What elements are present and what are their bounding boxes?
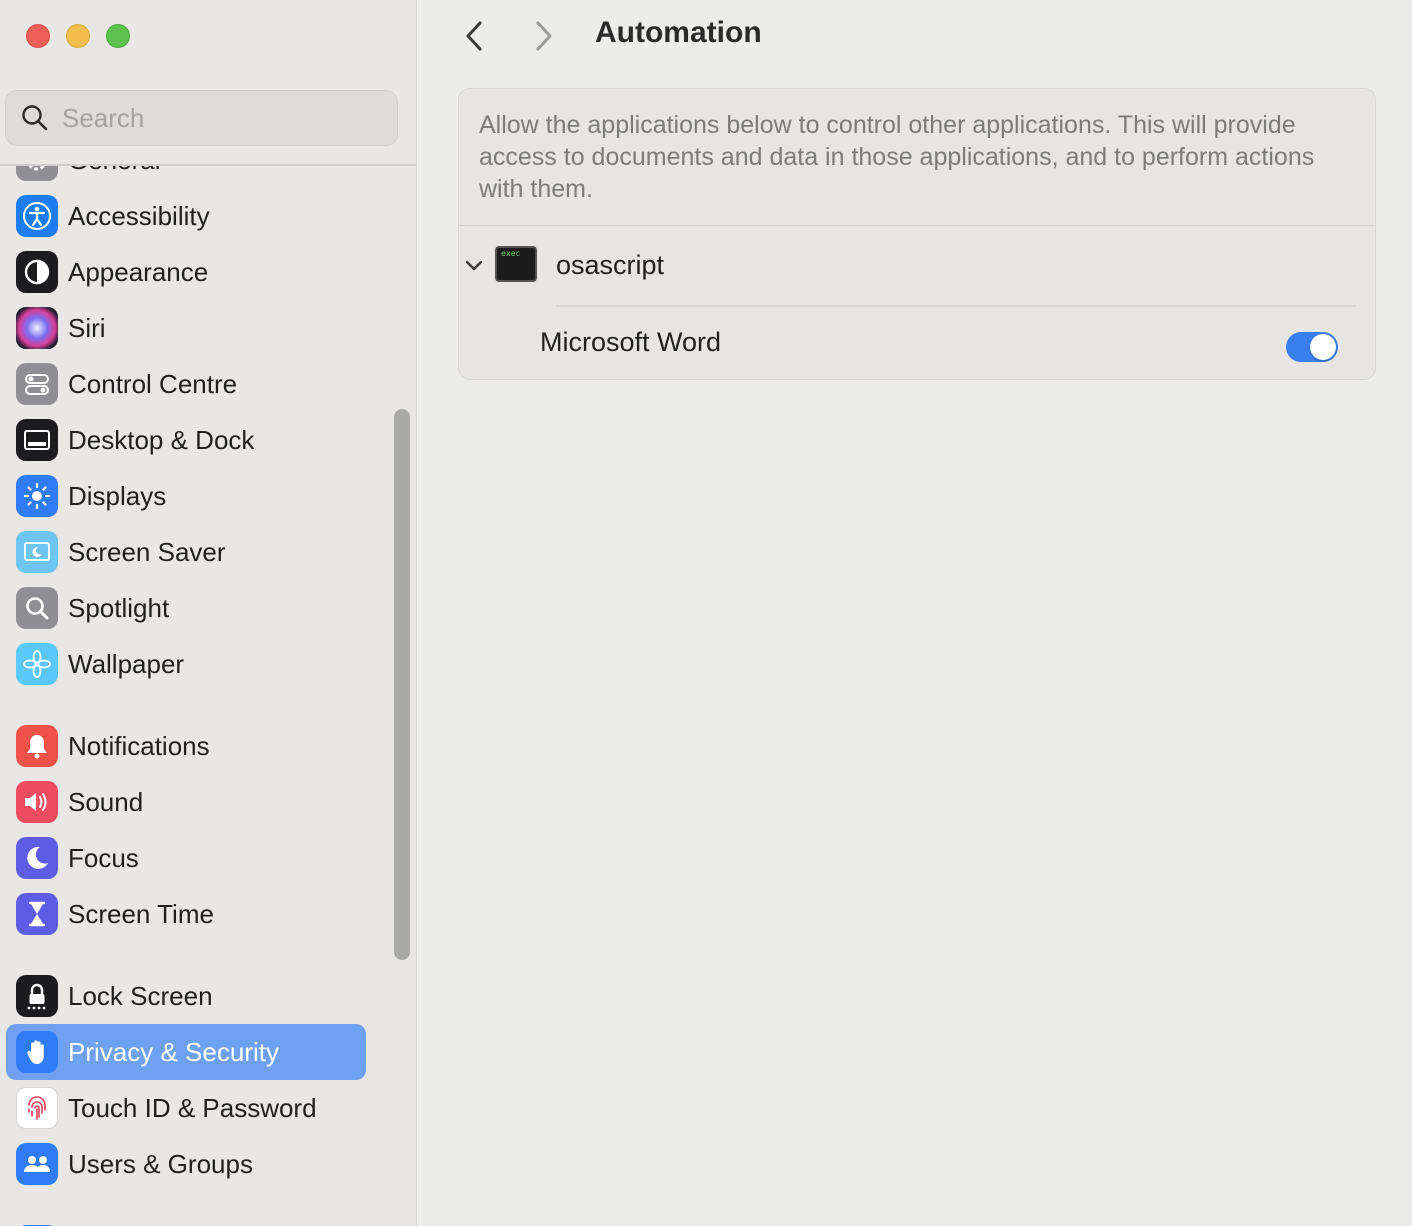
sidebar-item-desktop-dock[interactable]: Desktop & Dock bbox=[6, 412, 366, 468]
back-button[interactable] bbox=[454, 14, 494, 58]
spotlight-icon bbox=[16, 587, 58, 629]
sidebar-item-control-centre[interactable]: Control Centre bbox=[6, 356, 366, 412]
appearance-icon bbox=[16, 251, 58, 293]
chevron-right-icon bbox=[536, 21, 552, 51]
close-button[interactable] bbox=[26, 24, 50, 48]
microsoft-word-toggle[interactable] bbox=[1286, 332, 1338, 362]
target-app-row: Microsoft Word bbox=[459, 307, 1375, 379]
sidebar-item-privacy-security[interactable]: Privacy & Security bbox=[6, 1024, 366, 1080]
sidebar-item-screen-time[interactable]: Screen Time bbox=[6, 886, 366, 942]
hourglass-icon bbox=[16, 893, 58, 935]
sidebar-scrollbar[interactable] bbox=[394, 409, 410, 960]
sun-icon bbox=[16, 475, 58, 517]
sidebar-item-label: Touch ID & Password bbox=[68, 1092, 317, 1123]
toggle-knob bbox=[1310, 334, 1336, 360]
sidebar-item-label: Focus bbox=[68, 842, 139, 873]
app-row[interactable]: exec osascript bbox=[459, 226, 1375, 306]
sidebar-item-accessibility[interactable]: Accessibility bbox=[6, 188, 366, 244]
sidebar-item-label: Privacy & Security bbox=[68, 1036, 279, 1067]
lock-icon bbox=[16, 975, 58, 1017]
sidebar-item-label: Siri bbox=[68, 312, 106, 343]
control-centre-icon bbox=[16, 363, 58, 405]
sidebar-item-label: Notifications bbox=[68, 730, 210, 761]
sidebar-item-label: Control Centre bbox=[68, 368, 238, 399]
page-title: Automation bbox=[595, 16, 762, 49]
accessibility-icon bbox=[16, 195, 58, 237]
sidebar-item-displays[interactable]: Displays bbox=[6, 468, 366, 524]
sidebar-item-label: Sound bbox=[68, 786, 144, 817]
window-controls bbox=[26, 24, 130, 48]
minimize-button[interactable] bbox=[66, 24, 90, 48]
fingerprint-icon bbox=[16, 1087, 58, 1129]
sidebar-item-focus[interactable]: Focus bbox=[6, 830, 366, 886]
automation-panel: Allow the applications below to control … bbox=[458, 88, 1376, 380]
search-field[interactable] bbox=[5, 90, 398, 146]
description-text: Allow the applications below to control … bbox=[479, 111, 1315, 203]
sidebar-list: General Accessibility Appearance Siri bbox=[0, 166, 416, 1226]
search-input[interactable] bbox=[62, 102, 382, 134]
sidebar-item-appearance[interactable]: Appearance bbox=[6, 244, 366, 300]
sidebar-item-label: Lock Screen bbox=[68, 980, 213, 1011]
sidebar-item-label: General bbox=[68, 166, 161, 176]
target-app-name: Microsoft Word bbox=[540, 327, 722, 357]
hand-icon bbox=[16, 1031, 58, 1073]
zoom-button[interactable] bbox=[106, 24, 130, 48]
sidebar-item-label: Spotlight bbox=[68, 592, 170, 623]
users-icon bbox=[16, 1143, 58, 1185]
toolbar: Automation bbox=[418, 0, 1412, 72]
sidebar-item-label: Users & Groups bbox=[68, 1148, 253, 1179]
sidebar-item-users-groups[interactable]: Users & Groups bbox=[6, 1136, 366, 1192]
chevron-down-icon[interactable] bbox=[465, 256, 483, 274]
moon-icon bbox=[16, 837, 58, 879]
sidebar: General Accessibility Appearance Siri bbox=[0, 0, 417, 1226]
gear-icon bbox=[16, 166, 58, 181]
sidebar-item-lock-screen[interactable]: Lock Screen bbox=[6, 968, 366, 1024]
sidebar-item-spotlight[interactable]: Spotlight bbox=[6, 580, 366, 636]
exec-label: exec bbox=[501, 249, 521, 258]
sidebar-item-label: Wallpaper bbox=[68, 648, 185, 679]
sidebar-item-label: Screen Saver bbox=[68, 536, 226, 567]
sidebar-item-label: Screen Time bbox=[68, 898, 214, 929]
sidebar-item-siri[interactable]: Siri bbox=[6, 300, 366, 356]
sidebar-item-sound[interactable]: Sound bbox=[6, 774, 366, 830]
search-icon bbox=[22, 105, 48, 131]
forward-button[interactable] bbox=[524, 14, 564, 58]
sidebar-item-label: Appearance bbox=[68, 256, 209, 287]
terminal-exec-icon: exec bbox=[495, 246, 537, 282]
sidebar-item-wallpaper[interactable]: Wallpaper bbox=[6, 636, 366, 692]
sidebar-item-screen-saver[interactable]: Screen Saver bbox=[6, 524, 366, 580]
siri-icon bbox=[16, 307, 58, 349]
sidebar-item-label: Accessibility bbox=[68, 200, 210, 231]
dock-icon bbox=[16, 419, 58, 461]
sidebar-item-label: Displays bbox=[68, 480, 167, 511]
sidebar-item-next[interactable] bbox=[6, 1218, 366, 1226]
sidebar-item-notifications[interactable]: Notifications bbox=[6, 718, 366, 774]
sidebar-item-label: Desktop & Dock bbox=[68, 424, 255, 455]
wallpaper-icon bbox=[16, 643, 58, 685]
screen-saver-icon bbox=[16, 531, 58, 573]
chevron-left-icon bbox=[466, 21, 482, 51]
bell-icon bbox=[16, 725, 58, 767]
sidebar-item-general[interactable]: General bbox=[6, 166, 366, 188]
app-name: osascript bbox=[556, 250, 665, 280]
speaker-icon bbox=[16, 781, 58, 823]
sidebar-item-touch-id[interactable]: Touch ID & Password bbox=[6, 1080, 366, 1136]
